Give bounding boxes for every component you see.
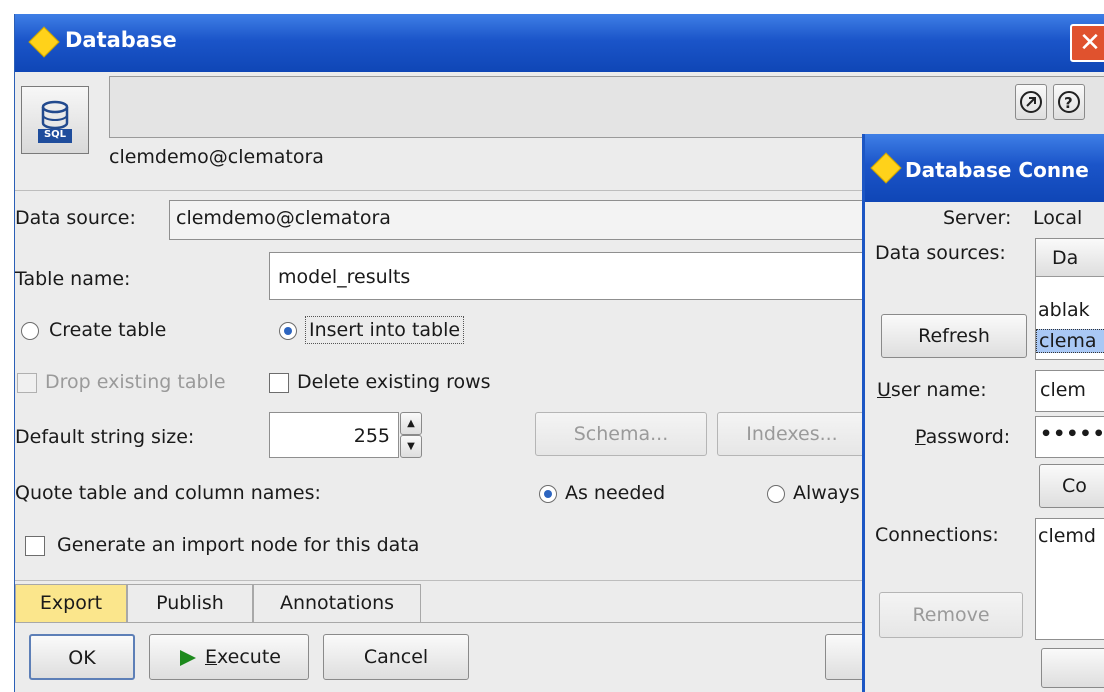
list-item[interactable]: clemd <box>1038 525 1096 547</box>
connections-list[interactable]: clemd <box>1035 518 1104 640</box>
tab-export[interactable]: Export <box>15 584 127 622</box>
data-source-label: Data source: <box>15 207 136 229</box>
database-connection-window: Database Conne Server: Local Data source… <box>862 134 1104 692</box>
connection-label: clemdemo@clematora <box>109 146 324 168</box>
table-name-label: Table name: <box>15 268 131 290</box>
window-title: Database <box>65 28 177 52</box>
close-button[interactable]: ✕ <box>1070 24 1104 62</box>
indexes-button[interactable]: Indexes... <box>717 412 867 456</box>
connect-button[interactable]: Co <box>1039 464 1104 508</box>
string-size-input[interactable]: 255 <box>269 412 399 458</box>
as-needed-label: As needed <box>565 482 666 504</box>
as-needed-radio[interactable] <box>539 485 557 503</box>
toolbar-strip <box>109 76 1104 138</box>
always-label: Always <box>793 482 860 504</box>
schema-button[interactable]: Schema... <box>535 412 707 456</box>
sql-badge: SQL <box>43 129 67 140</box>
diamond-icon <box>870 152 902 184</box>
diamond-icon <box>28 26 60 58</box>
delete-existing-rows-checkbox[interactable] <box>269 373 289 393</box>
title-bar[interactable]: Database ✕ <box>15 14 1104 72</box>
create-table-label: Create table <box>49 319 167 341</box>
help-icon: ? <box>1058 91 1080 113</box>
create-table-radio[interactable] <box>21 322 39 340</box>
insert-into-table-label: Insert into table <box>305 316 465 344</box>
list-item-selected[interactable]: clema <box>1036 329 1104 353</box>
insert-into-table-radio[interactable] <box>279 322 297 340</box>
data-sources-header[interactable]: Da <box>1036 239 1104 277</box>
help-button[interactable]: ? <box>1053 84 1085 120</box>
drop-existing-table-checkbox[interactable] <box>17 373 37 393</box>
ok-button[interactable]: OK <box>29 634 135 680</box>
refresh-button[interactable]: Refresh <box>881 314 1027 358</box>
always-radio[interactable] <box>767 485 785 503</box>
quote-names-label: Quote table and column names: <box>15 482 321 504</box>
server-label: Server: <box>943 207 1012 229</box>
delete-existing-rows-label: Delete existing rows <box>297 371 491 393</box>
user-name-label: User name: <box>877 379 987 401</box>
play-icon <box>180 649 196 666</box>
server-value: Local <box>1033 207 1083 229</box>
data-sources-list[interactable]: Da ablak clema <box>1035 238 1104 360</box>
spinner-up-button[interactable]: ▲ <box>400 412 422 435</box>
password-label: Password: <box>915 426 1011 448</box>
cancel-button[interactable]: Cancel <box>323 634 469 680</box>
generate-import-checkbox[interactable] <box>25 536 45 556</box>
drop-existing-table-label: Drop existing table <box>45 371 226 393</box>
conn-title-bar[interactable]: Database Conne <box>865 134 1104 202</box>
open-in-new-button[interactable] <box>1015 84 1047 120</box>
tab-annotations[interactable]: Annotations <box>253 584 421 622</box>
execute-button[interactable]: Execute <box>149 634 309 680</box>
password-input[interactable]: ••••• <box>1035 416 1104 458</box>
connections-label: Connections: <box>875 524 999 546</box>
generate-import-label: Generate an import node for this data <box>57 534 420 556</box>
data-sources-label: Data sources: <box>875 242 1006 264</box>
default-string-size-label: Default string size: <box>15 426 195 448</box>
tab-publish[interactable]: Publish <box>127 584 253 622</box>
svg-text:?: ? <box>1064 94 1073 112</box>
conn-window-title: Database Conne <box>905 158 1089 182</box>
spinner-down-button[interactable]: ▼ <box>400 435 422 458</box>
partial-button[interactable] <box>1041 648 1104 688</box>
sql-database-icon[interactable]: SQL <box>21 86 89 154</box>
list-item[interactable]: ablak <box>1038 299 1090 321</box>
user-name-input[interactable]: clem <box>1035 370 1104 412</box>
remove-button[interactable]: Remove <box>879 592 1023 638</box>
open-in-new-icon <box>1020 91 1042 113</box>
